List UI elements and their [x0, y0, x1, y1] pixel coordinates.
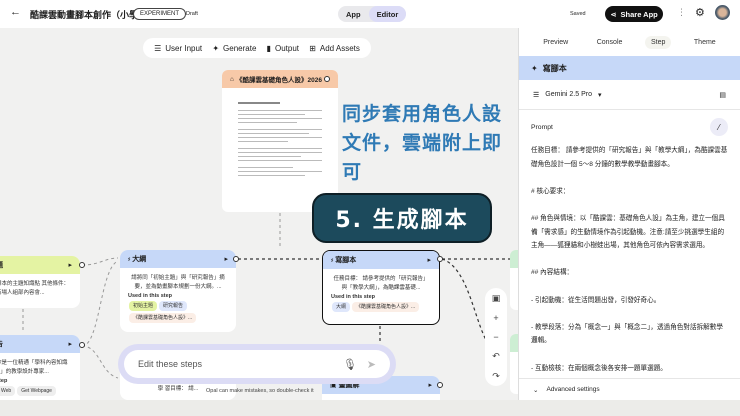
list-icon: ☰: [154, 43, 162, 53]
zoom-out-icon[interactable]: −: [493, 332, 498, 342]
add-icon: ⊞: [309, 43, 316, 53]
experiment-badge: EXPERIMENT: [133, 8, 187, 20]
share-app-button[interactable]: ⋖ Share App: [605, 6, 663, 22]
step-panel: Preview Console Step Theme ✦ 寫腳本 ☰ Gemini …: [518, 28, 740, 400]
doc-icon: ⌂: [230, 75, 234, 83]
play-icon[interactable]: ▸: [68, 261, 72, 269]
output-port[interactable]: [79, 262, 85, 268]
generate-button[interactable]: ✦ Generate: [212, 44, 256, 53]
avatar[interactable]: [715, 5, 730, 20]
sparkle-icon: ✦: [531, 63, 538, 73]
tab-preview[interactable]: Preview: [537, 36, 574, 49]
undo-icon[interactable]: ↶: [492, 351, 500, 362]
output-port[interactable]: [324, 76, 330, 82]
bottom-band: [0, 400, 740, 416]
tab-step[interactable]: Step: [644, 35, 672, 49]
zoom-in-icon[interactable]: +: [493, 313, 498, 323]
play-icon[interactable]: ▸: [224, 255, 228, 263]
panel-tabs: Preview Console Step Theme: [519, 28, 740, 56]
step-toolbar: ☰ User Input ✦ Generate ▮ Output ⊞ Add Asset…: [143, 38, 371, 58]
tune-icon: ☰: [533, 91, 540, 99]
dropdown-icon: ▾: [597, 91, 602, 99]
advanced-settings-toggle[interactable]: ⌄ Advanced settings: [519, 378, 740, 400]
output-button[interactable]: ▮ Output: [267, 44, 299, 53]
mode-app[interactable]: App: [338, 6, 369, 22]
output-port[interactable]: [233, 256, 239, 262]
edit-steps-input[interactable]: Edit these steps 🎙 ➤: [124, 350, 390, 378]
fit-view-icon[interactable]: ▣: [492, 293, 501, 304]
prompt-editor[interactable]: 任務目標： 請參考提供的「研究報告」與「教學大綱」，為酷課雲基礎角色設計一個 5…: [519, 136, 740, 383]
output-port[interactable]: [437, 256, 443, 262]
outline-node[interactable]: ⸗ 大綱 ▸ 請將同「初始主題」與「研究報告」摘要，並為動畫腳本規劃一份大綱。..…: [120, 250, 236, 332]
sparkle-icon: ✦: [212, 43, 220, 53]
output-port[interactable]: [79, 342, 85, 348]
mode-editor[interactable]: Editor: [368, 6, 407, 22]
workflow-canvas[interactable]: ☰ User Input ✦ Generate ▮ Output ⊞ Add Asset…: [0, 28, 518, 400]
report-node[interactable]: 告▸ 你是一位精通「學科內容知識Q」的教學設計專家...stepWebGet W…: [0, 335, 80, 400]
doc-preview: [222, 88, 338, 193]
share-icon: ⋖: [610, 9, 617, 19]
output-icon: ▮: [266, 43, 271, 53]
top-bar: ← 酷課雲動畫腳本創作（小學 EXPERIMENT Draft App Edit…: [0, 0, 740, 28]
chevron-down-icon: ⌄: [533, 386, 539, 394]
gear-icon[interactable]: ⚙: [695, 6, 705, 19]
app-title[interactable]: 酷課雲動畫腳本創作（小學: [30, 8, 138, 21]
magic-wand-icon[interactable]: ⁄: [710, 118, 728, 136]
tab-console[interactable]: Console: [591, 36, 629, 49]
mode-toggle: App Editor: [338, 6, 407, 22]
step-label-overlay: 5. 生成腳本: [312, 193, 492, 243]
model-row: ☰ Gemini 2.5 Pro ▾ ▤: [519, 80, 740, 110]
saved-status: Saved: [570, 11, 586, 17]
script-node-selected[interactable]: ⸗ 寫腳本 ▸ 任務目標： 請參考提供的「研究報告」與「教學大綱」，為酷課雲基礎.…: [322, 250, 440, 325]
draft-status: Draft: [186, 11, 198, 17]
model-selector[interactable]: ☰ Gemini 2.5 Pro ▾: [533, 91, 601, 99]
output-node-partial[interactable]: [510, 250, 518, 310]
send-icon[interactable]: ➤: [367, 358, 376, 371]
overlay-caption: 同步套用角色人設文件，雲端附上即可: [342, 103, 503, 183]
disclaimer: Opal can make mistakes, so double-check …: [206, 388, 314, 394]
prompt-header: Prompt ⁄: [519, 110, 740, 136]
user-input-button[interactable]: ☰ User Input: [154, 44, 202, 53]
play-icon[interactable]: ▸: [428, 381, 432, 389]
redo-icon[interactable]: ↷: [492, 371, 500, 382]
add-assets-button[interactable]: ⊞ Add Assets: [309, 44, 360, 53]
microphone-icon[interactable]: 🎙: [343, 358, 357, 371]
zoom-controls: ▣ + − ↶ ↷: [485, 288, 507, 386]
back-arrow-icon[interactable]: ←: [10, 6, 21, 18]
doc-node[interactable]: ⌂ 《酷課雲基礎角色人設》2026: [222, 70, 338, 212]
output-node-partial[interactable]: [510, 334, 518, 394]
play-icon[interactable]: ▸: [68, 340, 72, 348]
more-icon[interactable]: ⋮: [677, 7, 686, 18]
play-icon[interactable]: ▸: [427, 256, 431, 264]
step-header: ✦ 寫腳本: [519, 56, 740, 80]
toolbox-icon[interactable]: ▤: [719, 91, 726, 99]
tab-theme[interactable]: Theme: [688, 36, 722, 49]
output-port[interactable]: [437, 382, 443, 388]
topic-node[interactable]: 題▸ 腳本的主題知識點 其他條件：有場人組部內容會...: [0, 256, 80, 308]
